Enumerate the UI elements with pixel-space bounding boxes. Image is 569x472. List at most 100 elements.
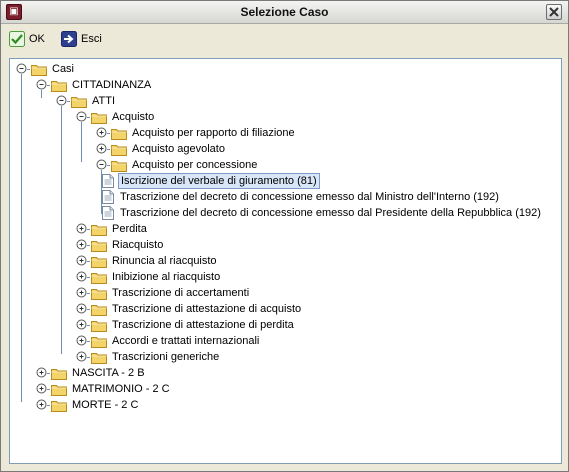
- tree-connector-line: [87, 309, 90, 310]
- expand-toggle-icon[interactable]: [96, 143, 107, 154]
- tree-node-root[interactable]: Casi: [31, 61, 76, 77]
- case-tree[interactable]: Casi CITTADINANZA ATTI Acquisto Acquisto…: [9, 58, 562, 464]
- document-icon: [102, 190, 114, 204]
- tree-node-acquisto-child[interactable]: Acquisto per rapporto di filiazione: [111, 125, 297, 141]
- exit-button[interactable]: Esci: [61, 29, 102, 49]
- expand-toggle-icon[interactable]: [76, 223, 87, 234]
- close-icon: [549, 7, 559, 17]
- tree-connector-line: [87, 229, 90, 230]
- tree-connector-line: [41, 90, 42, 98]
- tree-node-top-level[interactable]: NASCITA - 2 B: [51, 365, 147, 381]
- folder-icon: [91, 272, 107, 284]
- document-icon: [102, 206, 114, 220]
- tree-item-label: Trascrizione del decreto di concessione …: [120, 207, 541, 219]
- tree-node-top-level[interactable]: MATRIMONIO - 2 C: [51, 381, 172, 397]
- folder-icon: [91, 304, 107, 316]
- tree-leaf-document[interactable]: Iscrizione del verbale di giuramento (81…: [102, 173, 320, 189]
- folder-icon: [91, 224, 107, 236]
- expand-toggle-icon[interactable]: [36, 399, 47, 410]
- tree-connector-line: [47, 405, 50, 406]
- expand-toggle-icon[interactable]: [76, 335, 87, 346]
- tree-node-acquisto[interactable]: Acquisto: [91, 109, 156, 125]
- expand-toggle-icon[interactable]: [96, 159, 107, 170]
- expand-toggle-icon[interactable]: [16, 63, 27, 74]
- tree-leaf-document[interactable]: Trascrizione del decreto di concessione …: [102, 205, 543, 221]
- tree-node-atti-child[interactable]: Trascrizione di accertamenti: [91, 285, 251, 301]
- folder-icon: [31, 64, 47, 76]
- tree-connector-line: [87, 293, 90, 294]
- tree-node-cittadinanza[interactable]: CITTADINANZA: [51, 77, 153, 93]
- tree-item-label: NASCITA - 2 B: [72, 367, 145, 379]
- tree-item-label: Trascrizioni generiche: [112, 351, 220, 363]
- tree-node-atti-child[interactable]: Perdita: [91, 221, 149, 237]
- tree-item-label: Trascrizione di attestazione di acquisto: [112, 303, 302, 315]
- title-bar[interactable]: ▣ Selezione Caso: [1, 1, 568, 24]
- close-button[interactable]: [546, 4, 562, 20]
- tree-node-atti-child[interactable]: Trascrizione di attestazione di perdita: [91, 317, 296, 333]
- tree-item-label: ATTI: [92, 95, 116, 107]
- tree-connector-line: [67, 101, 70, 102]
- expand-toggle-icon[interactable]: [76, 319, 87, 330]
- tree-connector-line: [47, 389, 50, 390]
- expand-toggle-icon[interactable]: [36, 79, 47, 90]
- expand-toggle-icon[interactable]: [76, 287, 87, 298]
- tree-node-atti-child[interactable]: Riacquisto: [91, 237, 165, 253]
- tree-connector-line: [107, 165, 110, 166]
- tree-node-acquisto-child[interactable]: Acquisto per concessione: [111, 157, 259, 173]
- document-icon: [102, 174, 114, 188]
- expand-toggle-icon[interactable]: [56, 95, 67, 106]
- tree-node-atti-child[interactable]: Inibizione al riacquisto: [91, 269, 222, 285]
- folder-icon: [51, 80, 67, 92]
- tree-connector-line: [87, 245, 90, 246]
- tree-connector-line: [101, 170, 102, 214]
- checkmark-icon: [9, 31, 25, 47]
- tree-connector-line: [107, 149, 110, 150]
- tree-item-label: Acquisto per rapporto di filiazione: [132, 127, 295, 139]
- folder-icon: [111, 160, 127, 172]
- tree-connector-line: [27, 69, 30, 70]
- expand-toggle-icon[interactable]: [76, 111, 87, 122]
- tree-node-acquisto-child[interactable]: Acquisto agevolato: [111, 141, 227, 157]
- expand-toggle-icon[interactable]: [96, 127, 107, 138]
- expand-toggle-icon[interactable]: [76, 351, 87, 362]
- ok-button[interactable]: OK: [9, 29, 45, 49]
- expand-toggle-icon[interactable]: [76, 271, 87, 282]
- tree-item-label: Accordi e trattati internazionali: [112, 335, 260, 347]
- tree-item-label: Acquisto agevolato: [132, 143, 225, 155]
- folder-icon: [51, 368, 67, 380]
- tree-item-label: CITTADINANZA: [72, 79, 152, 91]
- tree-item-label: Rinuncia al riacquisto: [112, 255, 217, 267]
- tree-item-label: Trascrizione di attestazione di perdita: [112, 319, 294, 331]
- window-title: Selezione Caso: [240, 5, 329, 19]
- tree-node-atti-child[interactable]: Rinuncia al riacquisto: [91, 253, 219, 269]
- tree-connector-line: [107, 133, 110, 134]
- expand-toggle-icon[interactable]: [76, 255, 87, 266]
- tree-item-label: Perdita: [112, 223, 147, 235]
- tree-node-top-level[interactable]: MORTE - 2 C: [51, 397, 140, 413]
- tree-item-label: Inibizione al riacquisto: [112, 271, 221, 283]
- expand-toggle-icon[interactable]: [36, 367, 47, 378]
- tree-node-atti-child[interactable]: Accordi e trattati internazionali: [91, 333, 261, 349]
- tree-connector-line: [87, 357, 90, 358]
- folder-icon: [91, 112, 107, 124]
- folder-icon: [111, 144, 127, 156]
- expand-toggle-icon[interactable]: [76, 303, 87, 314]
- tree-node-atti[interactable]: ATTI: [71, 93, 117, 109]
- tree-connector-line: [87, 261, 90, 262]
- tree-connector-line: [21, 74, 22, 402]
- tree-connector-line: [61, 106, 62, 354]
- tree-connector-line: [47, 85, 50, 86]
- tree-node-atti-child[interactable]: Trascrizione di attestazione di acquisto: [91, 301, 303, 317]
- folder-icon: [91, 240, 107, 252]
- tree-item-label: Acquisto: [112, 111, 155, 123]
- tree-connector-line: [81, 122, 82, 162]
- expand-toggle-icon[interactable]: [76, 239, 87, 250]
- tree-node-atti-child[interactable]: Trascrizioni generiche: [91, 349, 221, 365]
- expand-toggle-icon[interactable]: [36, 383, 47, 394]
- tree-connector-line: [87, 341, 90, 342]
- folder-icon: [111, 128, 127, 140]
- tree-leaf-document[interactable]: Trascrizione del decreto di concessione …: [102, 189, 501, 205]
- tree-item-label: Riacquisto: [112, 239, 164, 251]
- tree-item-label: Acquisto per concessione: [132, 159, 258, 171]
- folder-icon: [91, 320, 107, 332]
